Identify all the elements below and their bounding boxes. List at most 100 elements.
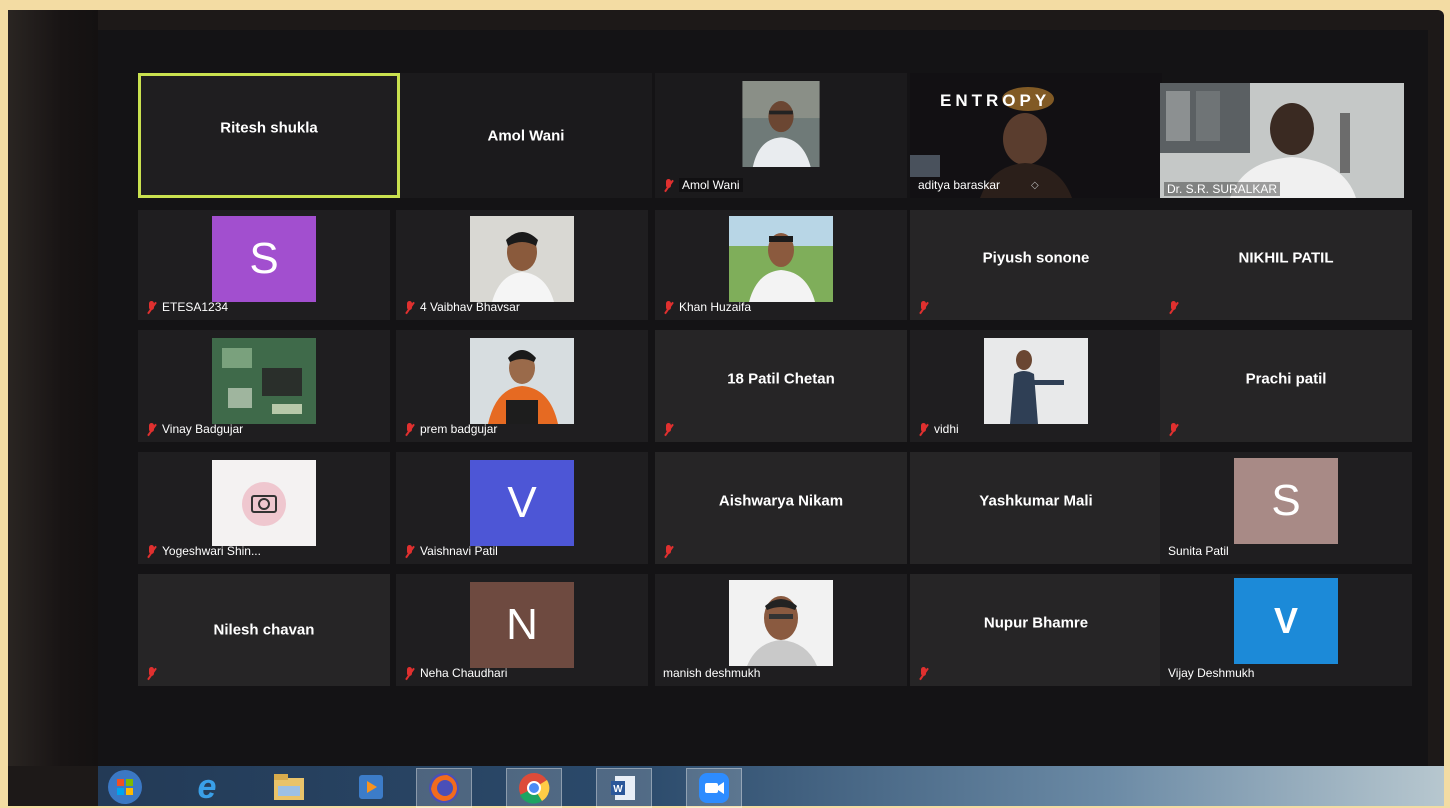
svg-text:W: W <box>613 784 623 795</box>
participant-tile-amol-wani-video[interactable]: Amol Wani <box>655 73 907 198</box>
participant-tile-aishwarya-nikam[interactable]: Aishwarya Nikam <box>655 452 907 564</box>
participant-label: vidhi <box>918 422 959 436</box>
participant-photo <box>984 338 1088 424</box>
participant-name: 18 Patil Chetan <box>727 370 835 388</box>
muted-mic-icon <box>918 422 929 436</box>
participant-photo <box>212 338 316 424</box>
participant-label: Yogeshwari Shin... <box>146 544 261 558</box>
participant-tile-nilesh-chavan[interactable]: Nilesh chavan <box>138 574 390 686</box>
participant-tile-sunita-patil[interactable]: S Sunita Patil <box>1160 452 1412 564</box>
participant-label <box>663 423 674 436</box>
participant-tile-piyush-sonone[interactable]: Piyush sonone <box>910 210 1162 320</box>
participant-name: NIKHIL PATIL <box>1238 249 1334 267</box>
windows-taskbar: e W <box>98 766 1444 808</box>
participant-label <box>918 667 929 680</box>
participant-tile-neha-chaudhari[interactable]: N Neha Chaudhari <box>396 574 648 686</box>
windows-start-icon[interactable] <box>98 768 152 806</box>
participant-tile-prachi-patil[interactable]: Prachi patil <box>1160 330 1412 442</box>
participant-tile-vaishnavi-patil[interactable]: V Vaishnavi Patil <box>396 452 648 564</box>
participant-tile-vidhi[interactable]: vidhi <box>910 330 1162 442</box>
participant-label: Dr. S.R. SURALKAR <box>1164 182 1281 196</box>
participant-tile-amol-wani[interactable]: Amol Wani <box>400 73 652 198</box>
participant-tile-dr-sr-suralkar[interactable]: Dr. S.R. SURALKAR <box>1160 83 1404 198</box>
participant-label <box>663 545 674 558</box>
participant-tile-vinay-badgujar[interactable]: Vinay Badgujar <box>138 330 390 442</box>
file-explorer-icon[interactable] <box>262 768 316 806</box>
participant-label: Vinay Badgujar <box>146 422 243 436</box>
participant-label <box>918 301 929 314</box>
participant-tile-khan-huzaifa[interactable]: Khan Huzaifa <box>655 210 907 320</box>
media-player-icon[interactable] <box>344 768 398 806</box>
avatar: N <box>470 582 574 668</box>
avatar: S <box>212 216 316 302</box>
participant-tile-aditya-baraskar[interactable]: ENTROPY aditya baraskar ◇ <box>910 73 1162 198</box>
participant-tile-vijay-deshmukh[interactable]: V Vijay Deshmukh <box>1160 574 1412 686</box>
participant-label: prem badgujar <box>404 422 497 436</box>
participant-label <box>1168 423 1179 436</box>
participant-tile-nupur-bhamre[interactable]: Nupur Bhamre <box>910 574 1162 686</box>
muted-mic-icon <box>404 300 415 314</box>
pin-icon: ◇ <box>1031 179 1039 191</box>
participant-tile-etesa1234[interactable]: S ETESA1234 <box>138 210 390 320</box>
muted-mic-icon <box>146 544 157 558</box>
participant-label: Neha Chaudhari <box>404 666 507 680</box>
participant-photo <box>729 216 833 302</box>
participant-name: Nilesh chavan <box>213 621 315 639</box>
participant-label <box>1168 301 1179 314</box>
participant-photo <box>470 338 574 424</box>
participant-label: Vaishnavi Patil <box>404 544 498 558</box>
participant-tile-prem-badgujar[interactable]: prem badgujar <box>396 330 648 442</box>
participant-label: 4 Vaibhav Bhavsar <box>404 300 520 314</box>
avatar: V <box>1234 578 1338 664</box>
participant-tile-manish-deshmukh[interactable]: manish deshmukh <box>655 574 907 686</box>
zoom-icon[interactable] <box>686 768 742 808</box>
participant-name: Amol Wani <box>487 127 565 144</box>
participant-label <box>146 667 157 680</box>
muted-mic-icon <box>918 667 929 680</box>
chrome-icon[interactable] <box>506 768 562 808</box>
muted-mic-icon <box>146 667 157 680</box>
muted-mic-icon <box>663 545 674 558</box>
participant-tile-yogeshwari-shinde[interactable]: Yogeshwari Shin... <box>138 452 390 564</box>
participant-label: Sunita Patil <box>1168 544 1229 558</box>
monitor-bezel-left <box>8 10 98 766</box>
firefox-icon[interactable] <box>416 768 472 808</box>
participant-name: Yashkumar Mali <box>979 492 1093 510</box>
participant-tile-vaibhav-bhavsar[interactable]: 4 Vaibhav Bhavsar <box>396 210 648 320</box>
internet-explorer-icon[interactable]: e <box>180 768 234 806</box>
participant-video <box>742 81 820 167</box>
avatar: V <box>470 460 574 546</box>
word-icon[interactable]: W <box>596 768 652 808</box>
participant-photo <box>212 460 316 546</box>
muted-mic-icon <box>663 178 674 192</box>
entropy-logo: ENTROPY <box>940 91 1051 110</box>
participant-name: Nupur Bhamre <box>983 614 1089 632</box>
participant-label: aditya baraskar ◇ <box>918 178 1039 192</box>
muted-mic-icon <box>404 544 415 558</box>
muted-mic-icon <box>404 666 415 680</box>
participant-tile-patil-chetan[interactable]: 18 Patil Chetan <box>655 330 907 442</box>
participant-tile-ritesh-shukla[interactable]: Ritesh shukla <box>138 73 400 198</box>
participant-label: manish deshmukh <box>663 666 761 680</box>
zoom-gallery-view: Ritesh shukla Amol Wani Amol Wani ENTROP… <box>98 30 1428 766</box>
muted-mic-icon <box>404 422 415 436</box>
participant-name: Ritesh shukla <box>220 119 318 137</box>
muted-mic-icon <box>1168 301 1179 314</box>
participant-tile-nikhil-patil[interactable]: NIKHIL PATIL <box>1160 210 1412 320</box>
muted-mic-icon <box>146 422 157 436</box>
participant-name: Prachi patil <box>1245 370 1327 388</box>
participant-label: Amol Wani <box>663 178 743 192</box>
participant-name: Piyush sonone <box>982 249 1090 267</box>
participant-video <box>1160 83 1404 198</box>
muted-mic-icon <box>663 423 674 436</box>
participant-label: ETESA1234 <box>146 300 228 314</box>
participant-tile-yashkumar-mali[interactable]: Yashkumar Mali <box>910 452 1162 564</box>
participant-label: Vijay Deshmukh <box>1168 666 1255 680</box>
participant-photo <box>729 580 833 666</box>
muted-mic-icon <box>146 300 157 314</box>
participant-label: Khan Huzaifa <box>663 300 751 314</box>
muted-mic-icon <box>918 301 929 314</box>
avatar: S <box>1234 458 1338 544</box>
participant-photo <box>470 216 574 302</box>
muted-mic-icon <box>663 300 674 314</box>
